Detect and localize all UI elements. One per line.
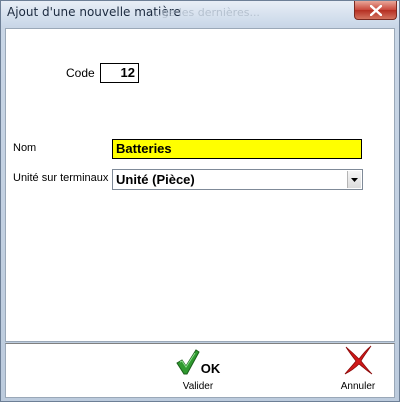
close-icon — [369, 4, 382, 16]
title-bar[interactable]: Ajout d'une nouvelle matière ...ge les d… — [1, 1, 399, 26]
code-label: Code — [66, 66, 95, 80]
form-area: Code 12 Nom Batteries Unité sur terminau… — [5, 28, 395, 342]
title-ghost-text: ...ge les dernières... — [151, 6, 260, 19]
button-bar: OK Valider Annuler — [5, 343, 395, 398]
annuler-button[interactable]: Annuler — [328, 345, 388, 396]
red-x-icon — [343, 345, 373, 380]
unit-select[interactable]: Unité (Pièce) — [112, 169, 363, 190]
close-button[interactable] — [354, 1, 397, 20]
nom-field[interactable]: Batteries — [112, 139, 362, 159]
nom-label: Nom — [13, 142, 37, 154]
valider-label: Valider — [182, 381, 214, 392]
checkmark-icon — [176, 349, 200, 380]
valider-button[interactable]: OK Valider — [168, 346, 228, 396]
unit-selected-value: Unité (Pièce) — [116, 172, 195, 187]
annuler-label: Annuler — [340, 381, 376, 392]
dialog-window: Ajout d'une nouvelle matière ...ge les d… — [0, 0, 400, 402]
ok-text: OK — [200, 361, 221, 376]
unit-label: Unité sur terminaux — [13, 172, 109, 184]
code-field[interactable]: 12 — [100, 63, 139, 83]
chevron-down-icon[interactable] — [347, 171, 361, 188]
